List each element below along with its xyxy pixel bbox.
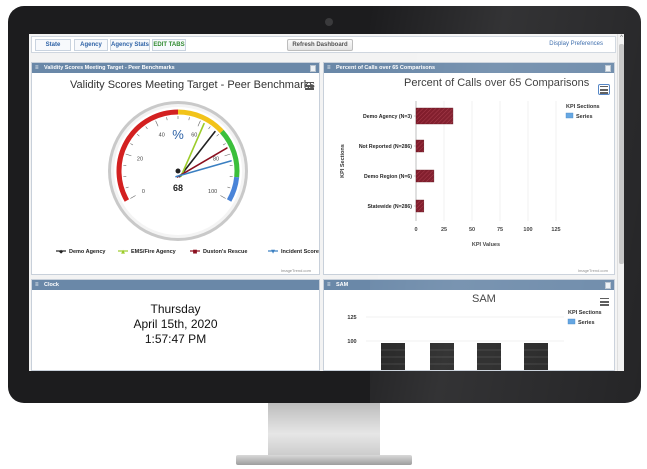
legend-label: EMS/Fire Agency bbox=[131, 249, 177, 255]
percent-bar-chart: 0 25 50 75 100 125 Demo Agency (N=3) Not Report… bbox=[340, 101, 600, 248]
bar-category-label: Demo Region (N=6) bbox=[364, 174, 412, 180]
gauge-chart: 0 20 40 60 80 100% 68 ◆ Demo Agency ▲ EMS/Fire Age… bbox=[56, 101, 320, 255]
legend-marker: ◆ bbox=[59, 249, 63, 255]
monitor-frame: State Agency Agency Stats EDIT TABS Refr… bbox=[0, 0, 647, 469]
tab-bar: State Agency Agency Stats EDIT TABS Refr… bbox=[31, 36, 616, 53]
bar-legend-label: Series bbox=[576, 114, 593, 120]
monitor-stand-base bbox=[236, 455, 412, 465]
sam-panel: ≡ SAM SAM 125 100 KPI Sections Series bbox=[323, 279, 615, 371]
scrollbar-thumb[interactable] bbox=[619, 44, 624, 264]
clock-date: April 15th, 2020 bbox=[133, 317, 218, 331]
monitor-stand-neck bbox=[268, 403, 380, 459]
tab-state[interactable]: State bbox=[35, 39, 71, 51]
percent-credit: ImageTrend.com bbox=[577, 268, 608, 273]
gauge-value-label: 68 bbox=[173, 183, 183, 193]
legend-label: Duston's Rescue bbox=[203, 249, 247, 255]
gauge-tick-label: 80 bbox=[213, 157, 219, 163]
sam-ytick-label: 125 bbox=[347, 315, 356, 321]
bar-legend-title: KPI Sections bbox=[566, 104, 600, 110]
sam-bar-chart: 125 100 KPI Sections Series bbox=[347, 310, 602, 370]
validity-panel: ≡ Validity Scores Meeting Target - Peer … bbox=[31, 62, 320, 275]
sam-legend-swatch bbox=[567, 318, 576, 325]
panel-menu-icon[interactable]: ≡ bbox=[35, 282, 39, 288]
tab-agency[interactable]: Agency bbox=[74, 39, 108, 51]
bar-xtick-label: 50 bbox=[469, 227, 475, 233]
bar-xtick-label: 125 bbox=[551, 227, 560, 233]
bar-xtick-label: 100 bbox=[523, 227, 532, 233]
gauge-tick-label: 0 bbox=[142, 189, 145, 195]
camera-icon bbox=[325, 18, 333, 26]
bar-3 bbox=[415, 199, 425, 213]
legend-label: Demo Agency bbox=[69, 249, 106, 255]
legend-marker: ▲ bbox=[121, 249, 125, 255]
validity-credit: ImageTrend.com bbox=[280, 268, 311, 273]
bar-2 bbox=[415, 169, 435, 183]
bar-x-axis-title: KPI Values bbox=[472, 242, 500, 248]
bar-legend-swatch bbox=[565, 112, 574, 119]
legend-label: Incident Scores bbox=[281, 249, 320, 255]
bar-y-axis-title: KPI Sections bbox=[340, 144, 346, 178]
legend-marker: ▼ bbox=[271, 249, 275, 255]
percent-panel: ≡ Percent of Calls over 65 Comparisons P… bbox=[323, 62, 615, 275]
bar-xtick-label: 25 bbox=[441, 227, 447, 233]
bar-xtick-label: 75 bbox=[497, 227, 503, 233]
legend-marker: ■ bbox=[193, 249, 198, 255]
bar-category-label: Demo Agency (N=3) bbox=[363, 114, 412, 120]
bar-category-label: Statewide (N=286) bbox=[367, 204, 412, 210]
sam-ytick-label: 100 bbox=[347, 339, 356, 345]
gauge-pivot bbox=[175, 168, 181, 174]
clock-time: 1:57:47 PM bbox=[144, 332, 207, 346]
sam-legend-label: Series bbox=[578, 320, 595, 326]
gauge-tick-label: 20 bbox=[137, 157, 143, 163]
tab-edit-tabs[interactable]: EDIT TABS bbox=[152, 39, 186, 51]
clock-panel-header: ≡ Clock bbox=[32, 280, 319, 290]
gauge-unit: % bbox=[172, 127, 184, 142]
gauge-tick-label: 40 bbox=[159, 132, 165, 138]
tab-agency-stats[interactable]: Agency Stats bbox=[110, 39, 150, 51]
sam-legend-title: KPI Sections bbox=[568, 310, 602, 316]
clock-panel-header-text: Clock bbox=[44, 282, 59, 288]
gauge-tick-label: 60 bbox=[191, 132, 197, 138]
refresh-dashboard-button[interactable]: Refresh Dashboard bbox=[287, 39, 353, 51]
gauge-tick-label: 100 bbox=[208, 189, 217, 195]
bar-xtick-label: 0 bbox=[414, 227, 417, 233]
display-preferences-link[interactable]: Display Preferences bbox=[549, 41, 603, 47]
bar-0 bbox=[415, 107, 454, 125]
clock-panel: ≡ Clock Thursday April 15th, 2020 1:57:4… bbox=[31, 279, 320, 371]
scroll-up-icon[interactable]: ^ bbox=[618, 34, 624, 42]
clock-day: Thursday bbox=[150, 302, 201, 316]
bar-1 bbox=[415, 139, 425, 153]
page-scrollbar[interactable]: ^ bbox=[617, 34, 624, 371]
bar-category-label: Not Reported (N=286) bbox=[359, 144, 412, 150]
dashboard-screen: State Agency Agency Stats EDIT TABS Refr… bbox=[29, 34, 624, 371]
